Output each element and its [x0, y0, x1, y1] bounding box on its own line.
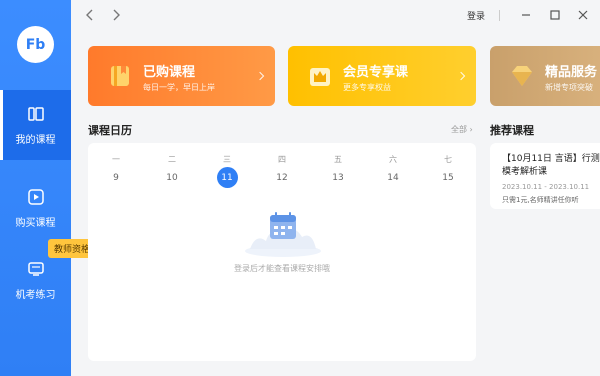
divider: [499, 10, 500, 21]
recommend-title: 推荐课程: [490, 124, 534, 137]
chevron-right-icon: [456, 71, 466, 81]
card-title: 已购课程: [143, 65, 196, 80]
weekday-label: 四: [278, 155, 286, 164]
calendar-title: 课程日历: [88, 124, 132, 137]
calendar-date-today[interactable]: 11: [212, 169, 242, 187]
crown-icon: [310, 68, 330, 86]
book-icon: [111, 66, 129, 86]
play-icon: [27, 188, 44, 205]
course-price: 只需1元,名师精讲任你听: [502, 196, 579, 204]
chevron-right-icon: [255, 71, 265, 81]
card-subtitle: 更多专享权益: [343, 83, 391, 92]
sidebar-item-buy-courses[interactable]: 购买课程: [0, 173, 71, 243]
close-icon[interactable]: [577, 9, 589, 21]
login-link[interactable]: 登录: [467, 9, 485, 22]
weekday-label: 五: [334, 155, 342, 164]
card-subtitle: 每日一学，早日上岸: [143, 83, 215, 92]
weekday-label: 七: [444, 155, 452, 164]
sidebar: Fb 我的课程 购买课程 机考练习 教师资格证: [0, 0, 106, 376]
course-dates: 2023.10.11 - 2023.10.11: [502, 183, 590, 191]
premium-service-card[interactable]: 精品服务 新增专项突破: [490, 46, 600, 106]
weekday-label: 二: [168, 155, 176, 164]
course-name: 【10月11日 言语】行测 模考解析课: [502, 154, 600, 177]
purchased-courses-card[interactable]: 已购课程 每日一学，早日上岸: [88, 46, 275, 106]
calendar-date[interactable]: 14: [378, 169, 408, 187]
calendar-date[interactable]: 10: [157, 169, 187, 187]
weekday-label: 六: [389, 155, 397, 164]
calendar-date[interactable]: 9: [101, 169, 131, 187]
calendar-date[interactable]: 13: [323, 169, 353, 187]
maximize-icon[interactable]: [549, 9, 561, 21]
calendar-date[interactable]: 12: [267, 169, 297, 187]
sidebar-item-label: 机考练习: [15, 289, 56, 301]
view-all-link[interactable]: 全部 ›: [451, 124, 473, 135]
weekday-label: 三: [223, 155, 231, 164]
recommended-course-card[interactable]: 【10月11日 言语】行测 模考解析课 2023.10.11 - 2023.10…: [490, 143, 600, 209]
forward-arrow-icon[interactable]: [109, 8, 123, 22]
app-logo: Fb: [17, 26, 54, 63]
card-title: 精品服务: [545, 65, 598, 80]
empty-calendar-illustration: [245, 212, 321, 257]
empty-calendar-message: 登录后才能查看课程安排哦: [234, 264, 330, 273]
exam-icon: [27, 261, 44, 276]
sidebar-item-label: 购买课程: [15, 217, 56, 229]
card-title: 会员专享课: [343, 65, 409, 80]
minimize-icon[interactable]: [520, 9, 532, 21]
course-calendar: 一 二 三 四 五 六 七 9 10 11 12 13 14 15 登录后才能查…: [88, 143, 476, 361]
card-subtitle: 新增专项突破: [545, 83, 593, 92]
back-arrow-icon[interactable]: [83, 8, 97, 22]
sidebar-item-label: 我的课程: [15, 134, 56, 146]
weekday-label: 一: [112, 155, 120, 164]
calendar-date[interactable]: 15: [433, 169, 463, 187]
sidebar-item-my-courses[interactable]: 我的课程: [0, 90, 71, 160]
diamond-icon: [512, 66, 532, 86]
book-icon: [27, 106, 44, 121]
member-courses-card[interactable]: 会员专享课 更多专享权益: [288, 46, 476, 106]
